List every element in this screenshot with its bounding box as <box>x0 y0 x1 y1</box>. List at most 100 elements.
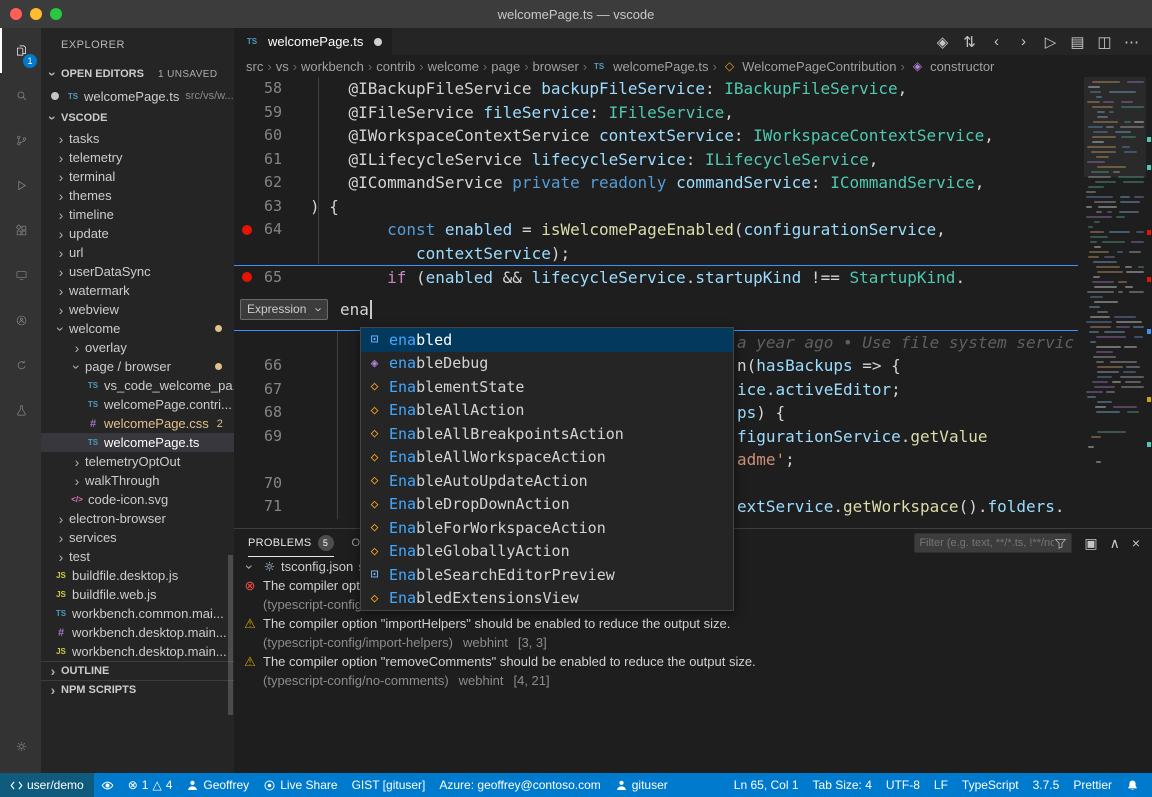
breadcrumb-item[interactable]: page <box>491 59 520 74</box>
tree-item[interactable]: ›watermark <box>41 281 234 300</box>
sidebar-section-outline[interactable]: ›OUTLINE <box>41 661 234 680</box>
breadcrumb-item[interactable]: vs <box>276 59 289 74</box>
breakpoint-icon[interactable] <box>242 225 252 235</box>
suggestion-item[interactable]: ◇EnableGloballyAction <box>361 540 733 564</box>
gutter[interactable]: 60 <box>234 124 310 148</box>
breadcrumb-item[interactable]: contrib <box>376 59 415 74</box>
gutter[interactable]: 70 <box>234 472 310 496</box>
minimap[interactable] <box>1084 77 1146 528</box>
gutter[interactable]: 61 <box>234 148 310 172</box>
activity-item-explorer[interactable]: 1 <box>0 28 41 73</box>
tree-item[interactable]: TSvs_code_welcome_pa... <box>41 376 234 395</box>
problem-item[interactable]: ⚠The compiler option "removeComments" sh… <box>234 652 1152 671</box>
problem-item[interactable]: ⚠The compiler option "importHelpers" sho… <box>234 614 1152 633</box>
tree-item[interactable]: ›tasks <box>41 129 234 148</box>
tree-item[interactable]: ›page / browser <box>41 357 234 376</box>
tree-item[interactable]: ›webview <box>41 300 234 319</box>
breadcrumb-item[interactable]: ◇WelcomePageContribution <box>721 59 897 74</box>
status-item-github-user[interactable]: gituser <box>608 773 675 797</box>
breadcrumb-item[interactable]: workbench <box>301 59 364 74</box>
suggestion-item[interactable]: ◇EnabledExtensionsView <box>361 587 733 611</box>
status-item-notifications[interactable] <box>1119 773 1146 797</box>
activity-item-settings-sync[interactable] <box>0 343 41 388</box>
navigate-back-icon[interactable]: ‹ <box>984 30 1009 54</box>
suggestion-item[interactable]: ◇EnableAllAction <box>361 399 733 423</box>
tab-welcomepage-ts[interactable]: TSwelcomePage.ts <box>234 28 392 55</box>
minimize-window-button[interactable] <box>30 8 42 20</box>
activity-item-remote-explorer[interactable] <box>0 253 41 298</box>
gutter[interactable] <box>234 331 310 355</box>
suggestion-item[interactable]: ◇EnableAllBreakpointsAction <box>361 422 733 446</box>
open-editors-header[interactable]: › OPEN EDITORS 1 UNSAVED <box>41 63 234 85</box>
tree-item[interactable]: #workbench.desktop.main... <box>41 623 234 642</box>
breadcrumb-item[interactable]: TSwelcomePage.ts <box>591 59 708 74</box>
tree-item[interactable]: ›telemetry <box>41 148 234 167</box>
split-editor-icon[interactable]: ◫ <box>1092 30 1117 54</box>
open-editor-item[interactable]: TSwelcomePage.tssrc/vs/w... <box>41 85 234 107</box>
activity-item-search[interactable] <box>0 73 41 118</box>
tree-item[interactable]: ›services <box>41 528 234 547</box>
gutter[interactable] <box>234 242 310 266</box>
tree-item[interactable]: ›welcome <box>41 319 234 338</box>
tree-item[interactable]: ›userDataSync <box>41 262 234 281</box>
gutter[interactable]: 65 <box>234 266 310 289</box>
status-item-language-mode[interactable]: TypeScript <box>955 773 1026 797</box>
breadcrumb-item[interactable]: browser <box>533 59 579 74</box>
suggestion-item[interactable]: ◈enableDebug <box>361 352 733 376</box>
tree-item[interactable]: ›telemetryOptOut <box>41 452 234 471</box>
breadcrumb-item[interactable]: welcome <box>428 59 479 74</box>
tree-item[interactable]: JSbuildfile.desktop.js <box>41 566 234 585</box>
gutter[interactable]: 62 <box>234 171 310 195</box>
breadcrumb-item[interactable]: ◈constructor <box>909 59 995 74</box>
suggestion-item[interactable]: ⊡EnableSearchEditorPreview <box>361 563 733 587</box>
customize-layout-icon[interactable]: ▤ <box>1065 30 1090 54</box>
status-item-problems-summary[interactable]: ⊗1△4 <box>121 773 180 797</box>
expression-type-select[interactable]: Expression› <box>240 299 328 320</box>
status-item-live-share[interactable]: Live Share <box>256 773 344 797</box>
gutter[interactable]: 69 <box>234 425 310 449</box>
sidebar-scrollbar[interactable] <box>228 555 233 715</box>
filter-input[interactable] <box>919 537 1054 549</box>
tree-item[interactable]: TSwelcomePage.contri... <box>41 395 234 414</box>
close-window-button[interactable] <box>10 8 22 20</box>
tree-item[interactable]: JSworkbench.desktop.main... <box>41 642 234 661</box>
panel-layout-icon[interactable]: ▣ <box>1084 536 1097 550</box>
tree-item[interactable]: ›walkThrough <box>41 471 234 490</box>
suggestion-item[interactable]: ◇EnableDropDownAction <box>361 493 733 517</box>
tree-item[interactable]: JSbuildfile.web.js <box>41 585 234 604</box>
status-item-tab-size[interactable]: Tab Size: 4 <box>806 773 879 797</box>
sidebar-section-npm-scripts[interactable]: ›NPM SCRIPTS <box>41 680 234 699</box>
maximize-panel-icon[interactable]: ∧ <box>1110 536 1120 550</box>
panel-tab-problems[interactable]: PROBLEMS5 <box>248 529 334 557</box>
tree-item[interactable]: ›timeline <box>41 205 234 224</box>
status-item-screencast-mode[interactable] <box>94 773 121 797</box>
tree-item[interactable]: ›terminal <box>41 167 234 186</box>
tree-item[interactable]: ›overlay <box>41 338 234 357</box>
tree-item[interactable]: </>code-icon.svg <box>41 490 234 509</box>
more-actions-icon[interactable]: ⋯ <box>1119 30 1144 54</box>
activity-item-source-control[interactable] <box>0 118 41 163</box>
suggestion-item[interactable]: ◇EnableForWorkspaceAction <box>361 516 733 540</box>
gutter[interactable]: 59 <box>234 101 310 125</box>
status-item-gist[interactable]: GIST [gituser] <box>345 773 433 797</box>
activity-item-live-share[interactable] <box>0 298 41 343</box>
gutter[interactable]: 68 <box>234 401 310 425</box>
condition-input[interactable]: ena <box>340 300 372 319</box>
status-item-cursor-position[interactable]: Ln 65, Col 1 <box>727 773 806 797</box>
suggestion-item[interactable]: ◇EnablementState <box>361 375 733 399</box>
git-graph-icon[interactable]: ⇅ <box>957 30 982 54</box>
tree-item[interactable]: ›url <box>41 243 234 262</box>
open-changes-icon[interactable]: ◈ <box>930 30 955 54</box>
tree-item[interactable]: ›themes <box>41 186 234 205</box>
status-item-formatter[interactable]: Prettier <box>1066 773 1119 797</box>
breadcrumb-item[interactable]: src <box>246 59 263 74</box>
status-item-encoding[interactable]: UTF-8 <box>879 773 927 797</box>
tree-item[interactable]: ›update <box>41 224 234 243</box>
status-item-ts-version[interactable]: 3.7.5 <box>1026 773 1067 797</box>
activity-item-extensions[interactable] <box>0 208 41 253</box>
run-icon[interactable]: ▷ <box>1038 30 1063 54</box>
close-panel-icon[interactable]: × <box>1132 536 1140 550</box>
gutter[interactable]: 64 <box>234 218 310 242</box>
suggestion-item[interactable]: ⊡enabled <box>361 328 733 352</box>
gutter[interactable]: 58 <box>234 77 310 101</box>
